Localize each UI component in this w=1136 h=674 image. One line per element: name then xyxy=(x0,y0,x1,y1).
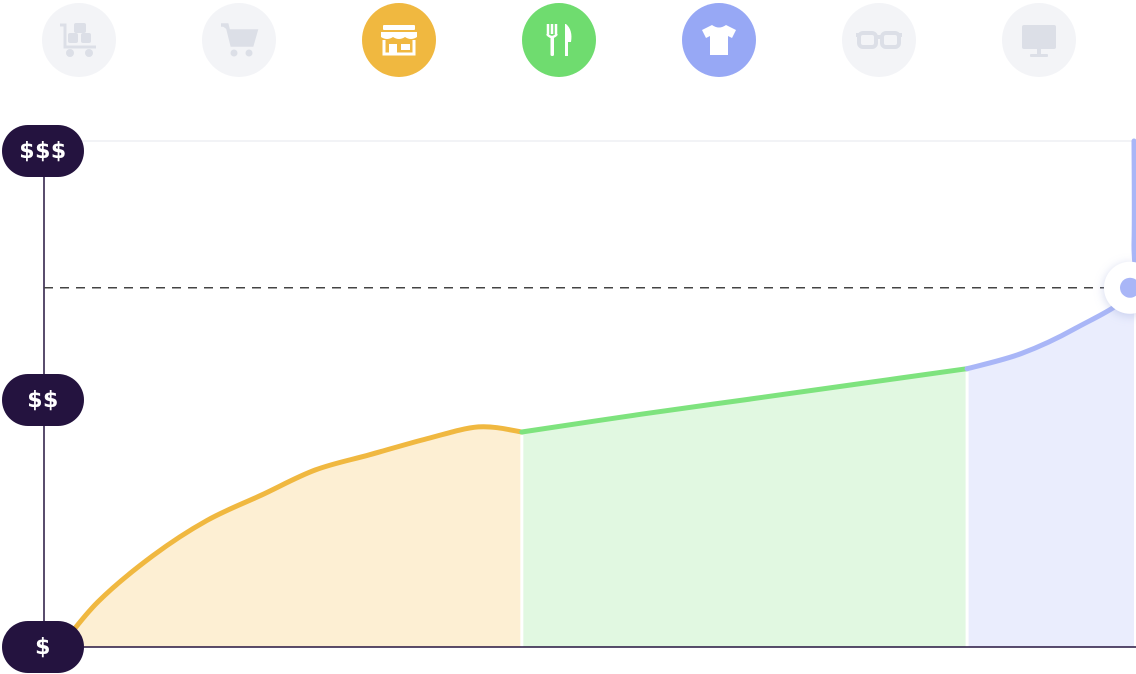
price-curve-chart: $ $$ $$$ xyxy=(0,0,1136,674)
y-tick-label: $$ xyxy=(2,374,84,426)
chart-canvas xyxy=(43,138,1136,650)
y-tick-label: $ xyxy=(2,621,84,673)
series-area-2 xyxy=(967,141,1136,647)
series-area-1 xyxy=(521,368,968,647)
y-tick-label: $$$ xyxy=(2,125,84,177)
highlight-marker xyxy=(1104,261,1136,314)
series-area-0 xyxy=(60,426,522,647)
segment-fills xyxy=(60,141,1136,647)
